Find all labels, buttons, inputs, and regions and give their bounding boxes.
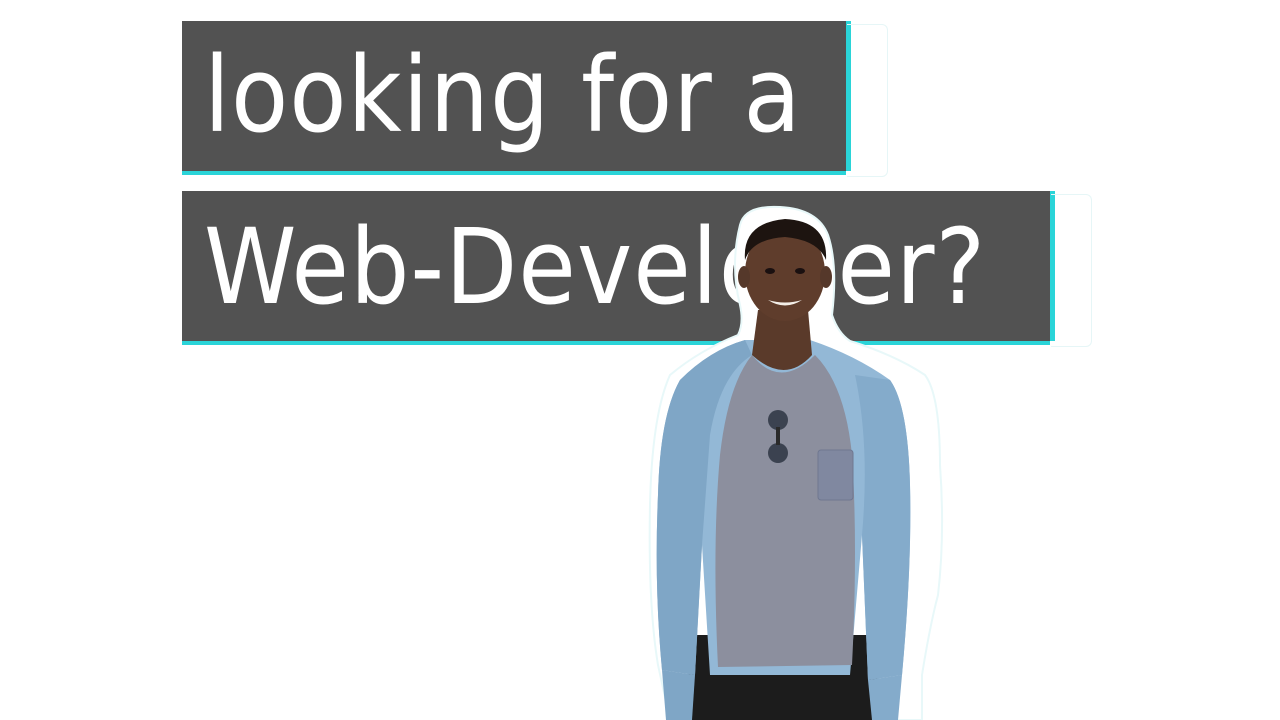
- ghost-outline: [1051, 194, 1092, 347]
- accent-underline: [182, 171, 846, 175]
- headline-line-1: looking for a: [204, 34, 802, 156]
- headline-banner-1: looking for a: [182, 21, 888, 177]
- hero-graphic: looking for a Web-Developer?: [0, 0, 1280, 720]
- person-photo: [648, 205, 944, 720]
- ghost-outline: [847, 24, 888, 177]
